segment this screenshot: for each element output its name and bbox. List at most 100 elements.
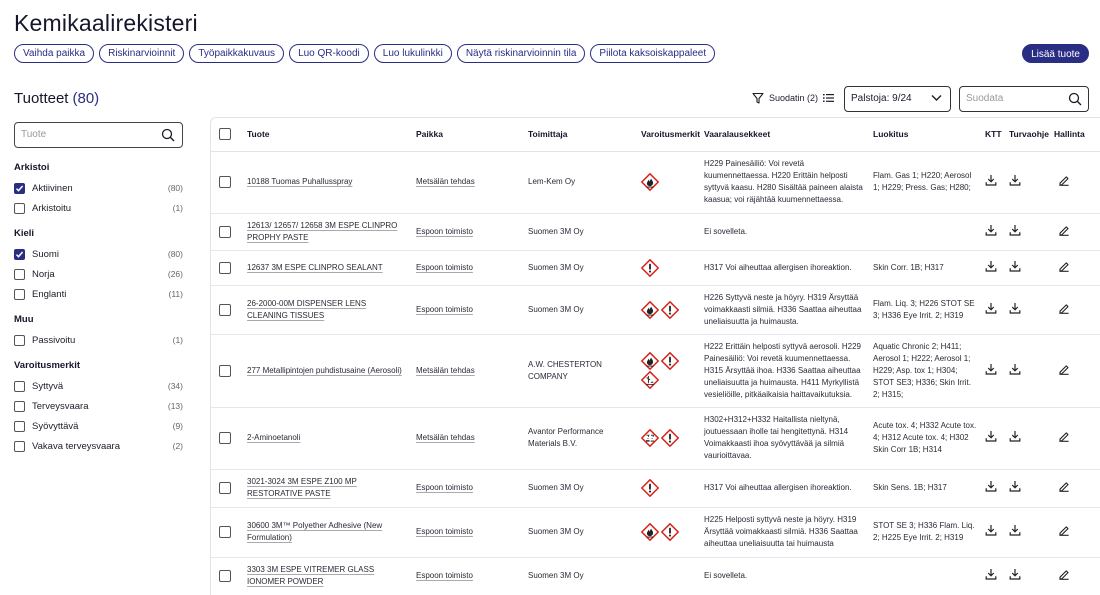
create-read-link-button[interactable]: Luo lukulinkki [373,44,452,63]
sds-download-icon[interactable] [985,524,997,536]
search-icon[interactable] [161,128,175,142]
place-link[interactable]: Espoon toimisto [412,507,524,558]
safety-guide-download-icon[interactable] [1009,260,1021,272]
filter-option[interactable]: Passivoitu (1) [14,330,183,350]
column-header-manage[interactable]: Hallinta [1050,118,1100,152]
table-row[interactable]: 30600 3M™ Polyether Adhesive (New Formul… [211,507,1100,558]
filter-option[interactable]: Suomi (80) [14,244,183,264]
product-name-link[interactable]: 12637 3M ESPE CLINPRO SEALANT [243,250,412,286]
place-link[interactable]: Espoon toimisto [412,285,524,335]
product-name-link[interactable]: 26-2000-00M DISPENSER LENS CLEANING TISS… [243,285,412,335]
safety-guide-download-icon[interactable] [1009,363,1021,375]
hide-duplicates-button[interactable]: Piilota kaksoiskappaleet [590,44,716,63]
select-all-checkbox[interactable] [219,128,231,141]
filter-checkbox[interactable] [14,334,25,346]
show-risk-status-button[interactable]: Näytä riskinarvioinnin tila [456,44,586,63]
sds-download-icon[interactable] [985,224,997,236]
add-product-button[interactable]: Lisää tuote [1022,44,1089,63]
product-name-link[interactable]: 2-Aminoetanoli [243,407,412,470]
place-link[interactable]: Metsälän tehdas [412,151,524,214]
filter-option[interactable]: Norja (26) [14,264,183,284]
filter-option[interactable]: Vakava terveysvaara (2) [14,436,183,456]
filter-checkbox[interactable] [14,202,25,214]
workplace-description-button[interactable]: Työpaikkakuvaus [189,44,285,63]
row-checkbox[interactable] [219,526,231,538]
column-header-classification[interactable]: Luokitus [869,118,981,152]
product-name-link[interactable]: 30600 3M™ Polyether Adhesive (New Formul… [243,507,412,558]
table-row[interactable]: 12613/ 12657/ 12658 3M ESPE CLINPRO PROP… [211,213,1100,251]
edit-pencil-icon[interactable] [1058,430,1070,442]
safety-guide-download-icon[interactable] [1009,430,1021,442]
row-checkbox[interactable] [219,225,231,238]
table-row[interactable]: 2-Aminoetanoli Metsälän tehdas Avantor Per… [211,407,1100,470]
columns-select[interactable]: Palstoja: 9/24 [844,86,951,112]
place-link[interactable]: Metsälän tehdas [412,407,524,470]
table-search-input[interactable]: Suodata [959,86,1089,112]
place-link[interactable]: Metsälän tehdas [412,334,524,408]
safety-guide-download-icon[interactable] [1009,302,1021,314]
column-header-safety-guide[interactable]: Turvaohje [1005,118,1050,152]
sds-download-icon[interactable] [985,302,997,314]
filter-checkbox[interactable] [14,400,25,412]
row-checkbox[interactable] [219,176,231,188]
edit-pencil-icon[interactable] [1058,524,1070,536]
filter-checkbox[interactable] [14,248,25,260]
sds-download-icon[interactable] [985,260,997,272]
edit-pencil-icon[interactable] [1058,568,1070,580]
column-header-sds[interactable]: KTT [981,118,1005,152]
safety-guide-download-icon[interactable] [1009,524,1021,536]
edit-pencil-icon[interactable] [1058,260,1070,272]
filter-option[interactable]: Englanti (11) [14,284,183,304]
column-header-hazard-statements[interactable]: Vaaralausekkeet [700,118,869,152]
safety-guide-download-icon[interactable] [1009,224,1021,236]
column-header-product[interactable]: Tuote [243,118,412,152]
sds-download-icon[interactable] [985,363,997,375]
filter-option[interactable]: Syttyvä (34) [14,376,183,396]
create-qr-code-button[interactable]: Luo QR-koodi [289,44,369,63]
table-row[interactable]: 12637 3M ESPE CLINPRO SEALANT Espoon toim… [211,250,1100,286]
place-link[interactable]: Espoon toimisto [412,213,524,251]
product-name-link[interactable]: 277 Metallipintojen puhdistusaine (Aeros… [243,334,412,408]
place-link[interactable]: Espoon toimisto [412,250,524,286]
safety-guide-download-icon[interactable] [1009,568,1021,580]
filter-checkbox[interactable] [14,288,25,300]
edit-pencil-icon[interactable] [1058,224,1070,236]
place-link[interactable]: Espoon toimisto [412,469,524,508]
row-checkbox[interactable] [219,570,231,582]
table-row[interactable]: 26-2000-00M DISPENSER LENS CLEANING TISS… [211,285,1100,335]
column-header-place[interactable]: Paikka [412,118,524,152]
edit-pencil-icon[interactable] [1058,480,1070,492]
row-checkbox[interactable] [219,432,231,444]
product-name-link[interactable]: 3303 3M ESPE VITREMER GLASS IONOMER POWD… [243,557,412,595]
place-link[interactable]: Espoon toimisto [412,557,524,595]
sds-download-icon[interactable] [985,480,997,492]
edit-pencil-icon[interactable] [1058,363,1070,375]
safety-guide-download-icon[interactable] [1009,480,1021,492]
change-place-button[interactable]: Vaihda paikka [14,44,95,63]
filter-option[interactable]: Aktiivinen (80) [14,178,183,198]
risk-assessments-button[interactable]: Riskinarvioinnit [99,44,185,63]
table-row[interactable]: 3303 3M ESPE VITREMER GLASS IONOMER POWD… [211,557,1100,595]
filter-option[interactable]: Terveysvaara (13) [14,396,183,416]
row-checkbox[interactable] [219,303,231,316]
filter-checkbox[interactable] [14,440,25,452]
row-checkbox[interactable] [219,261,231,274]
table-row[interactable]: 277 Metallipintojen puhdistusaine (Aeros… [211,334,1100,408]
filter-checkbox[interactable] [14,420,25,432]
filter-checkbox[interactable] [14,380,25,392]
sds-download-icon[interactable] [985,174,997,186]
filter-button[interactable]: Suodatin (2) [752,92,818,104]
filter-option[interactable]: Syövyttävä (9) [14,416,183,436]
column-header-pictograms[interactable]: Varoitusmerkit [637,118,700,152]
filter-option[interactable]: Arkistoitu (1) [14,198,183,218]
product-search-input[interactable]: Tuote [14,122,183,148]
edit-pencil-icon[interactable] [1058,174,1070,186]
table-row[interactable]: 10188 Tuomas Puhallusspray Metsälän tehda… [211,151,1100,214]
row-checkbox[interactable] [219,364,231,377]
safety-guide-download-icon[interactable] [1009,174,1021,186]
product-name-link[interactable]: 3021-3024 3M ESPE Z100 MP RESTORATIVE PA… [243,469,412,508]
column-header-supplier[interactable]: Toimittaja [524,118,637,152]
row-checkbox[interactable] [219,482,231,494]
filter-checkbox[interactable] [14,182,25,194]
filter-checkbox[interactable] [14,268,25,280]
